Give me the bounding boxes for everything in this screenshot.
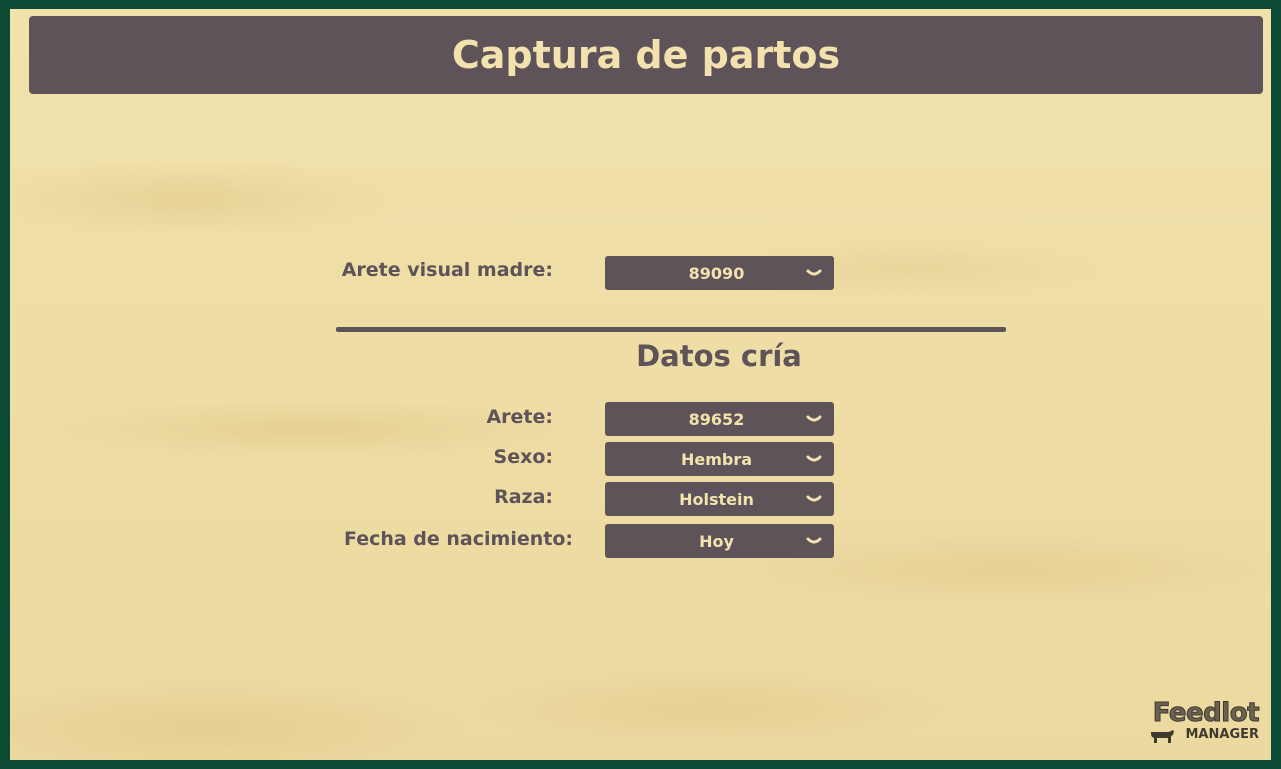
cow-icon [1151,730,1174,743]
mother-tag-value: 89090 [688,263,745,283]
birth-date-select[interactable]: Hoy [605,524,834,558]
calf-tag-select[interactable]: 89652 [605,402,834,436]
chevron-down-icon [806,495,822,502]
chevron-down-icon [806,537,822,544]
chevron-down-icon [806,415,822,422]
page-title: Captura de partos [451,33,841,77]
breed-select[interactable]: Holstein [605,482,834,516]
breed-label: Raza: [494,486,553,508]
birth-date-value: Hoy [699,531,734,551]
feedlot-manager-logo: Feedlot MANAGER [1149,698,1260,746]
app-frame: Captura de partos Arete visual madre: 89… [10,9,1271,760]
section-divider [336,327,1006,332]
header-bar: Captura de partos [29,16,1263,94]
chevron-down-icon [806,455,822,462]
sex-select[interactable]: Hembra [605,442,834,476]
mother-tag-select[interactable]: 89090 [605,256,834,290]
birth-date-label: Fecha de nacimiento: [343,528,573,550]
sex-label: Sexo: [493,446,553,468]
calf-tag-label: Arete: [486,406,553,428]
logo-brand: Feedlot [1152,698,1260,728]
mother-tag-label: Arete visual madre: [341,259,553,281]
logo-subtitle: MANAGER [1185,727,1260,742]
sex-value: Hembra [680,449,753,469]
calf-tag-value: 89652 [688,409,745,429]
breed-value: Holstein [679,489,754,509]
calf-section-title: Datos cría [636,339,802,373]
chevron-down-icon [806,269,822,276]
